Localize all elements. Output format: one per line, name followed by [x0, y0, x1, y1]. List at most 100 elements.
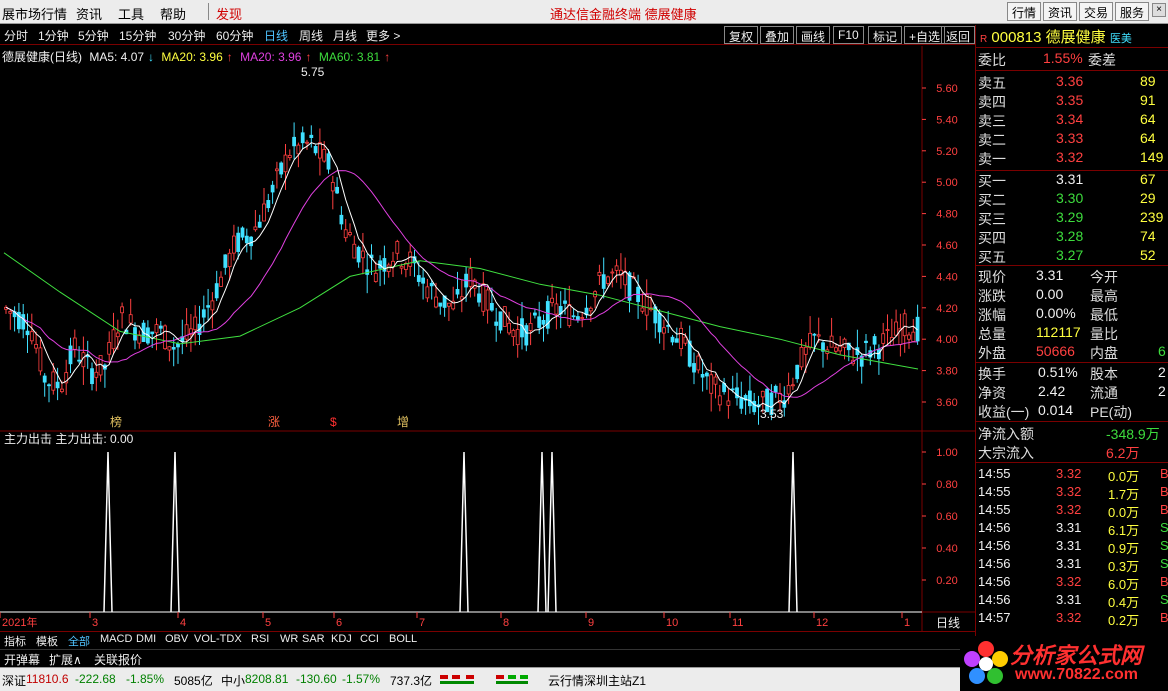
tab-indicator-cci[interactable]: CCI — [360, 633, 379, 645]
marker-bang[interactable]: 榜 — [110, 414, 122, 429]
extra-tabs: 开弹幕 扩展∧ 关联报价 — [0, 649, 975, 668]
menu-bar: 展市场行情 资讯 工具 帮助 发现 通达信金融终端 德展健康 行情 资讯 交易 … — [0, 0, 1168, 24]
tab-period-intraday[interactable]: 分时 — [4, 27, 28, 44]
tab-indicator-模板[interactable]: 模板 — [36, 633, 58, 649]
add-watchlist-button[interactable]: +自选 — [904, 26, 946, 44]
candle-body — [640, 307, 645, 312]
time-tick-label: 11 — [732, 617, 743, 629]
price-tick-label: 5.20 — [936, 146, 957, 158]
tab-period-1min[interactable]: 1分钟 — [38, 27, 69, 44]
stock-tag[interactable]: 医美 — [1110, 33, 1132, 45]
candle-body — [644, 294, 649, 316]
tab-period-15min[interactable]: 15分钟 — [119, 27, 156, 44]
price-tick-label: 5.40 — [936, 114, 957, 126]
adjust-button[interactable]: 复权 — [724, 26, 759, 44]
price-tick-label: 4.20 — [936, 303, 957, 315]
candle-body — [533, 312, 537, 316]
candle-body — [485, 289, 490, 311]
candle-body — [244, 235, 249, 244]
candle-body — [38, 347, 43, 372]
candle-body — [167, 346, 172, 351]
up-arrow-icon: ↑ — [384, 50, 391, 64]
quote-panel: R 000813 德展健康 医美 委比 1.55% 委差 卖五 3.36 89 卖四 3… — [975, 25, 1168, 637]
menu-news[interactable]: 资讯 — [76, 4, 102, 23]
menu-market[interactable]: 展市场行情 — [2, 4, 67, 23]
tab-period-monthly[interactable]: 月线 — [333, 27, 357, 44]
menu-help[interactable]: 帮助 — [160, 4, 186, 23]
tab-indicator-kdj[interactable]: KDJ — [331, 633, 352, 645]
marker-dollar[interactable]: $ — [330, 415, 337, 429]
candle-body — [907, 334, 911, 340]
tab-period-more[interactable]: 更多 > — [366, 27, 400, 44]
candle-body — [25, 330, 30, 336]
logo-url: www.70822.com — [1015, 666, 1139, 683]
candle-body — [881, 333, 886, 344]
back-button[interactable]: 返回 — [941, 26, 975, 44]
tab-period-30min[interactable]: 30分钟 — [168, 27, 205, 44]
tab-period-daily[interactable]: 日线 — [264, 27, 288, 44]
quote-button[interactable]: 行情 — [1007, 2, 1042, 21]
candle-body — [249, 236, 254, 247]
tab-indicator-sar[interactable]: SAR — [302, 633, 325, 645]
legend-ma60: MA60: 3.81 — [318, 50, 381, 64]
candle-body — [554, 303, 559, 315]
tab-extra[interactable]: 关联报价 — [94, 651, 142, 668]
candle-body — [425, 286, 430, 299]
candle-body — [541, 319, 546, 325]
tab-indicator-全部[interactable]: 全部 — [68, 633, 90, 649]
candle-body — [537, 316, 542, 328]
tab-indicator-dmi[interactable]: DMI — [136, 633, 156, 645]
candle-body — [287, 155, 292, 158]
tab-indicator-指标[interactable]: 指标 — [4, 633, 26, 649]
service-button[interactable]: 服务 — [1115, 2, 1150, 21]
tab-indicator-obv[interactable]: OBV — [165, 633, 188, 645]
candle-body — [773, 385, 778, 393]
candle-body — [657, 312, 662, 333]
menu-tools[interactable]: 工具 — [118, 4, 144, 23]
tab-indicator-rsi[interactable]: RSI — [251, 633, 269, 645]
tab-indicator-vol-tdx[interactable]: VOL-TDX — [194, 633, 242, 645]
trade-button[interactable]: 交易 — [1079, 2, 1114, 21]
candle-body — [489, 302, 494, 311]
tab-indicator-boll[interactable]: BOLL — [389, 633, 417, 645]
ma-legend: 德展健康(日线) MA5: 4.07 ↓ MA20: 3.96 ↑ MA20: 3.… — [2, 48, 394, 65]
close-icon[interactable]: × — [1152, 3, 1166, 17]
candle-body — [223, 254, 228, 268]
draw-button[interactable]: 画线 — [796, 26, 831, 44]
candle-body — [700, 374, 705, 378]
marker-zeng[interactable]: 增 — [397, 415, 409, 429]
candle-body — [438, 302, 443, 307]
overlay-button[interactable]: 叠加 — [760, 26, 795, 44]
tab-indicator-macd[interactable]: MACD — [100, 633, 132, 645]
candle-body — [610, 271, 615, 274]
tab-period-weekly[interactable]: 周线 — [299, 27, 323, 44]
candle-body — [274, 168, 279, 172]
tab-extra[interactable]: 开弹幕 — [4, 651, 40, 668]
candle-body — [300, 132, 305, 144]
candle-body — [111, 329, 116, 350]
candle-body — [90, 368, 94, 385]
candle-body — [305, 141, 309, 144]
marker-zhang[interactable]: 涨 — [268, 414, 280, 429]
legend-ma20b: MA20: 3.96 — [240, 50, 302, 64]
candle-body — [68, 345, 73, 365]
candle-body — [55, 381, 60, 389]
down-arrow-icon: ↓ — [148, 50, 155, 64]
tab-period-5min[interactable]: 5分钟 — [78, 27, 109, 44]
candle-body — [292, 136, 297, 147]
mark-button[interactable]: 标记 — [868, 26, 903, 44]
tab-period-60min[interactable]: 60分钟 — [216, 27, 253, 44]
f10-button[interactable]: F10 — [833, 26, 864, 44]
kline-chart[interactable]: 5.60 5.40 5.20 5.00 4.80 4.60 4.40 4.20 4.00 3.80… — [0, 46, 975, 631]
news-button[interactable]: 资讯 — [1043, 2, 1078, 21]
low-annotation: 3.53 — [760, 407, 784, 421]
candle-body — [120, 306, 124, 314]
candle-body — [253, 226, 258, 231]
tab-indicator-wr[interactable]: WR — [280, 633, 298, 645]
candle-body — [343, 229, 348, 239]
server-label[interactable]: 云行情深圳主站Z1 — [548, 672, 646, 689]
menu-discover[interactable]: 发现 — [216, 4, 242, 23]
tab-extra[interactable]: 扩展∧ — [49, 651, 82, 668]
candle-body — [42, 375, 47, 383]
divider — [976, 421, 1168, 422]
